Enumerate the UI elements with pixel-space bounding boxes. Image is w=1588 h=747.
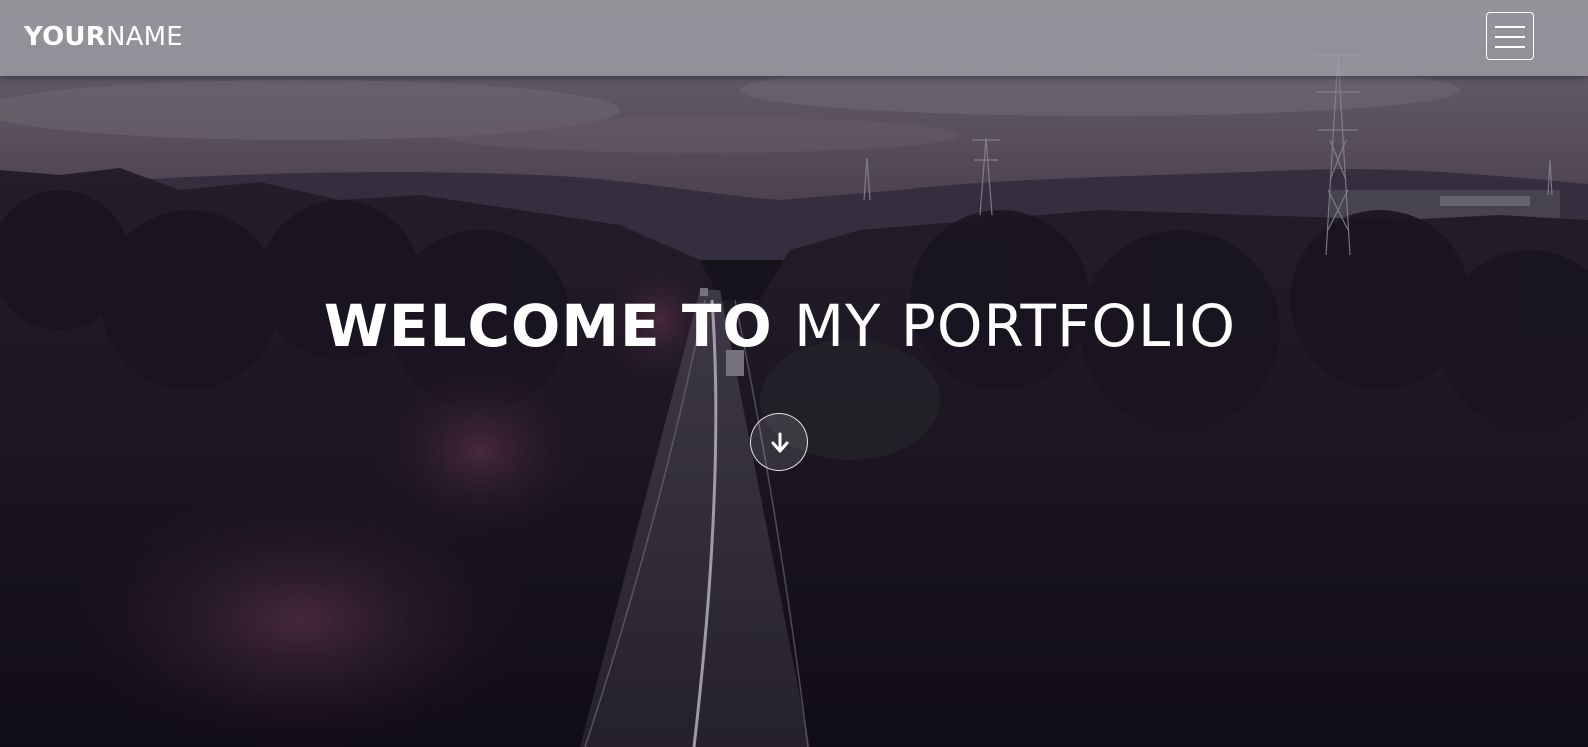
brand-light-text: NAME <box>105 22 183 52</box>
navbar: YOURNAME <box>0 0 1588 76</box>
hero-title: WELCOME TO MY PORTFOLIO <box>0 290 1560 362</box>
menu-toggle-button[interactable] <box>1486 12 1534 60</box>
hero-section: YOURNAME WELCOME TO MY PORTFOLIO <box>0 0 1588 747</box>
scroll-down-button[interactable] <box>750 413 808 471</box>
hero-title-bold: WELCOME TO <box>323 292 773 360</box>
brand-bold-text: YOUR <box>24 22 106 52</box>
dark-overlay <box>0 0 1588 747</box>
brand-logo-link[interactable]: YOURNAME <box>24 22 183 52</box>
hero-title-light: MY PORTFOLIO <box>793 292 1237 360</box>
